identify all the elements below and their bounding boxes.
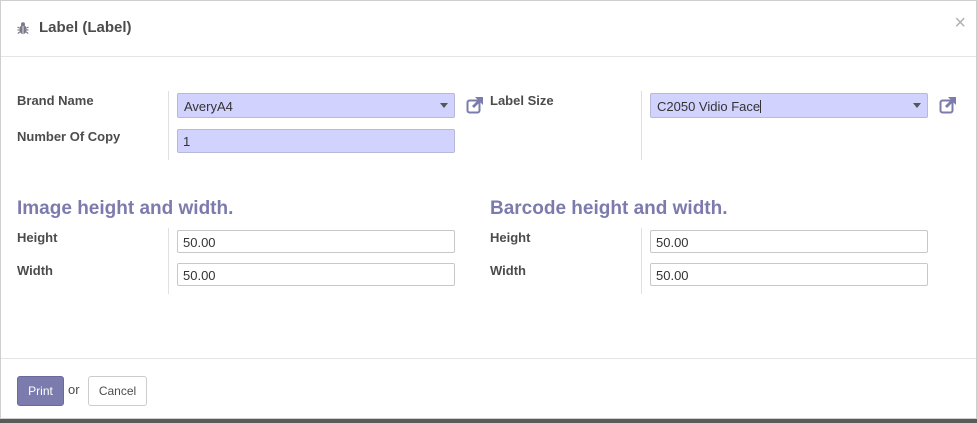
label-size-label: Label Size bbox=[490, 93, 554, 108]
label-size-value: C2050 Vidio Face bbox=[657, 99, 761, 114]
label-dialog: Label (Label) × Brand Name Number Of Cop… bbox=[0, 0, 977, 419]
image-section-title: Image height and width. bbox=[17, 198, 234, 219]
barcode-width-input[interactable]: 50.00 bbox=[650, 263, 928, 286]
brand-name-value: AveryA4 bbox=[184, 99, 233, 114]
brand-name-select[interactable]: AveryA4 bbox=[177, 93, 455, 118]
barcode-width-label: Width bbox=[490, 263, 526, 278]
number-of-copy-label: Number Of Copy bbox=[17, 129, 121, 144]
barcode-height-value: 50.00 bbox=[656, 235, 689, 250]
image-width-value: 50.00 bbox=[183, 268, 216, 283]
field-divider bbox=[168, 91, 169, 160]
external-link-icon[interactable] bbox=[466, 96, 484, 114]
barcode-section-title: Barcode height and width. bbox=[490, 198, 728, 219]
number-of-copy-value: 1 bbox=[183, 134, 191, 149]
chevron-down-icon bbox=[440, 103, 448, 108]
label-size-select[interactable]: C2050 Vidio Face bbox=[650, 93, 928, 118]
external-link-icon[interactable] bbox=[939, 96, 957, 114]
image-width-input[interactable]: 50.00 bbox=[177, 263, 455, 286]
cancel-button[interactable]: Cancel bbox=[88, 376, 147, 406]
dialog-header: Label (Label) × bbox=[1, 1, 976, 57]
backdrop-strip bbox=[0, 419, 977, 423]
chevron-down-icon bbox=[913, 103, 921, 108]
field-divider bbox=[168, 228, 169, 294]
or-separator: or bbox=[68, 382, 80, 397]
field-divider bbox=[641, 228, 642, 294]
dialog-footer: Print or Cancel bbox=[1, 358, 976, 421]
image-height-label: Height bbox=[17, 230, 58, 245]
print-button[interactable]: Print bbox=[17, 376, 64, 406]
image-width-label: Width bbox=[17, 263, 53, 278]
barcode-height-input[interactable]: 50.00 bbox=[650, 230, 928, 253]
dialog-title: Label (Label) bbox=[39, 19, 132, 36]
number-of-copy-input[interactable]: 1 bbox=[177, 129, 455, 153]
barcode-width-value: 50.00 bbox=[656, 268, 689, 283]
field-divider bbox=[641, 91, 642, 160]
text-cursor bbox=[760, 100, 762, 113]
close-icon[interactable]: × bbox=[954, 13, 966, 33]
bug-icon bbox=[17, 22, 29, 35]
barcode-height-label: Height bbox=[490, 230, 531, 245]
image-height-value: 50.00 bbox=[183, 235, 216, 250]
brand-name-label: Brand Name bbox=[17, 93, 94, 108]
image-height-input[interactable]: 50.00 bbox=[177, 230, 455, 253]
